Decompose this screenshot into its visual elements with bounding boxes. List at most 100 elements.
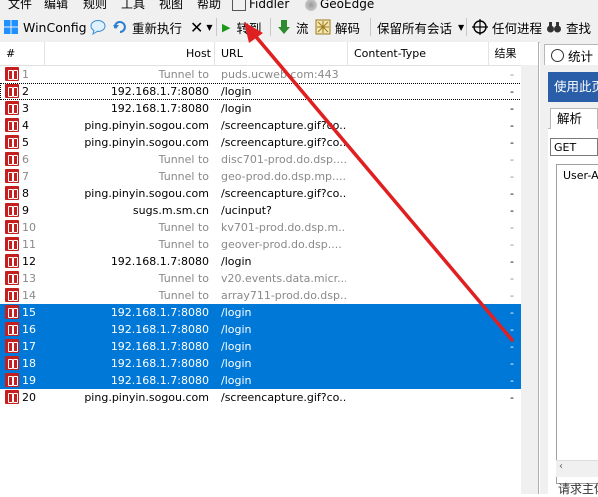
row-host: 192.168.1.7:8080 <box>110 374 209 387</box>
table-row[interactable]: 10 Tunnel to kv701-prod.do.dsp.m... - <box>0 219 538 236</box>
table-row[interactable]: 3 192.168.1.7:8080/login - <box>0 100 538 117</box>
table-row[interactable]: 18 192.168.1.7:8080/login - <box>0 355 538 372</box>
row-host: 192.168.1.7:8080 <box>110 102 209 115</box>
menu-help[interactable]: 帮助 <box>197 0 221 12</box>
table-row[interactable]: 8 ping.pinyin.sogou.com/screencapture.gif… <box>0 185 538 202</box>
sessions-grid[interactable]: # Host URL Content-Type 结果 1 Tunnel to pud… <box>0 42 539 494</box>
tab-parse[interactable]: 解析 <box>550 108 598 129</box>
row-url: /login <box>221 323 252 336</box>
menu-file[interactable]: 文件 <box>8 0 32 12</box>
request-icon <box>5 101 19 115</box>
table-row[interactable]: 2 192.168.1.7:8080/login - <box>0 83 538 100</box>
row-url: v20.events.data.micr... <box>221 272 346 285</box>
table-row[interactable]: 16 192.168.1.7:8080/login - <box>0 321 538 338</box>
toolbar-separator <box>216 18 217 36</box>
table-row[interactable]: 19 192.168.1.7:8080/login - <box>0 372 538 389</box>
row-result: - <box>510 221 514 234</box>
table-row[interactable]: 6 Tunnel to disc701-prod.do.dsp.... - <box>0 151 538 168</box>
info-bar[interactable]: 使用此页 <box>548 72 598 102</box>
table-row[interactable]: 7 Tunnel to geo-prod.do.dsp.mp.... - <box>0 168 538 185</box>
row-result: - <box>510 204 514 217</box>
any-process-button[interactable]: 任何进程 <box>472 17 542 37</box>
menu-geoedge[interactable]: GeoEdge <box>305 0 374 12</box>
geoedge-icon <box>305 0 317 11</box>
row-number: 3 <box>22 102 29 115</box>
table-row[interactable]: 11 Tunnel to geover-prod.do.dsp.... - <box>0 236 538 253</box>
row-result: - <box>510 306 514 319</box>
row-host: Tunnel to <box>158 238 209 251</box>
row-url: /ucinput? <box>221 204 272 217</box>
table-row[interactable]: 9 sugs.m.sm.cn/ucinput? - <box>0 202 538 219</box>
column-header-host[interactable]: Host <box>44 42 211 65</box>
winconfig-label: WinConfig <box>23 19 87 35</box>
comment-button[interactable] <box>90 17 110 37</box>
row-host: Tunnel to <box>158 153 209 166</box>
table-row[interactable]: 20 ping.pinyin.sogou.com/screencapture.gi… <box>0 389 538 406</box>
row-url: /login <box>221 357 252 370</box>
request-icon <box>5 339 19 353</box>
table-row[interactable]: 1 Tunnel to puds.ucweb.com:443 - <box>0 66 538 83</box>
table-row[interactable]: 17 192.168.1.7:8080/login - <box>0 338 538 355</box>
table-row[interactable]: 12 192.168.1.7:8080/login - <box>0 253 538 270</box>
column-header-host-label: Host <box>185 47 211 60</box>
go-button[interactable]: ▶ 转到 <box>222 17 261 37</box>
keep-sessions-label: 保留所有会话 <box>377 20 453 36</box>
menu-rules[interactable]: 规则 <box>83 0 107 12</box>
chevron-down-icon: ▼ <box>458 22 465 32</box>
row-result: - <box>510 272 514 285</box>
inspector-panel: 统计 使用此页 解析 GET User-Ag ‹ 请求主体 <box>540 42 598 496</box>
table-row[interactable]: 15 192.168.1.7:8080/login - <box>0 304 538 321</box>
request-icon <box>5 169 19 183</box>
row-number: 11 <box>22 238 36 251</box>
row-host: ping.pinyin.sogou.com <box>84 187 209 200</box>
table-row[interactable]: 13 Tunnel to v20.events.data.micr... - <box>0 270 538 287</box>
row-url: /login <box>221 306 252 319</box>
tab-statistics[interactable]: 统计 <box>544 44 598 65</box>
table-row[interactable]: 4 ping.pinyin.sogou.com/screencapture.gif… <box>0 117 538 134</box>
row-host: Tunnel to <box>158 68 209 81</box>
menu-view[interactable]: 视图 <box>159 0 183 12</box>
row-url: /login <box>221 340 252 353</box>
request-icon <box>5 152 19 166</box>
column-header-url[interactable]: URL <box>214 42 353 65</box>
find-button[interactable]: 查找 <box>546 17 591 37</box>
replay-button[interactable]: 重新执行 <box>112 17 182 37</box>
row-number: 5 <box>22 136 29 149</box>
request-icon <box>5 373 19 387</box>
row-url: puds.ucweb.com:443 <box>221 68 339 81</box>
row-result: - <box>510 340 514 353</box>
row-host: Tunnel to <box>158 170 209 183</box>
keep-sessions-dropdown[interactable]: 保留所有会话 ▼ <box>377 17 464 37</box>
row-number: 17 <box>22 340 36 353</box>
vertical-scrollbar[interactable] <box>521 65 538 494</box>
method-field[interactable]: GET <box>550 138 598 156</box>
decode-button[interactable]: 解码 <box>315 17 360 37</box>
row-number: 7 <box>22 170 29 183</box>
column-header-num[interactable]: # <box>6 42 15 65</box>
menu-tools[interactable]: 工具 <box>121 0 145 12</box>
close-icon: ✕ <box>190 17 204 37</box>
replay-icon <box>112 19 128 35</box>
remove-button[interactable]: ✕ ▼ <box>190 17 213 37</box>
table-row[interactable]: 5 ping.pinyin.sogou.com/screencapture.gif… <box>0 134 538 151</box>
stream-button[interactable]: 流 <box>276 17 309 37</box>
column-header-content-type[interactable]: Content-Type <box>347 42 494 65</box>
column-header-result[interactable]: 结果 <box>488 42 522 65</box>
horizontal-scrollbar[interactable]: ‹ <box>556 460 598 477</box>
row-number: 13 <box>22 272 36 285</box>
toolbar: WinConfig 重新执行 ✕ ▼ ▶转到 流 解码 保留所有会话 ▼ 任何 <box>0 12 598 43</box>
row-result: - <box>510 136 514 149</box>
menu-edit[interactable]: 编辑 <box>44 0 68 12</box>
windows-icon <box>3 19 19 35</box>
row-url: kv701-prod.do.dsp.m... <box>221 221 346 234</box>
go-label: 转到 <box>236 20 262 36</box>
toolbar-separator <box>270 18 271 36</box>
request-icon <box>5 186 19 200</box>
row-result: - <box>510 391 514 404</box>
menu-fiddler[interactable]: Fiddler <box>232 0 289 12</box>
row-host: 192.168.1.7:8080 <box>110 306 209 319</box>
request-headers-textarea[interactable]: User-Ag <box>556 164 598 484</box>
row-number: 2 <box>22 85 29 98</box>
winconfig-button[interactable]: WinConfig <box>3 17 87 37</box>
table-row[interactable]: 14 Tunnel to array711-prod.do.dsp... - <box>0 287 538 304</box>
